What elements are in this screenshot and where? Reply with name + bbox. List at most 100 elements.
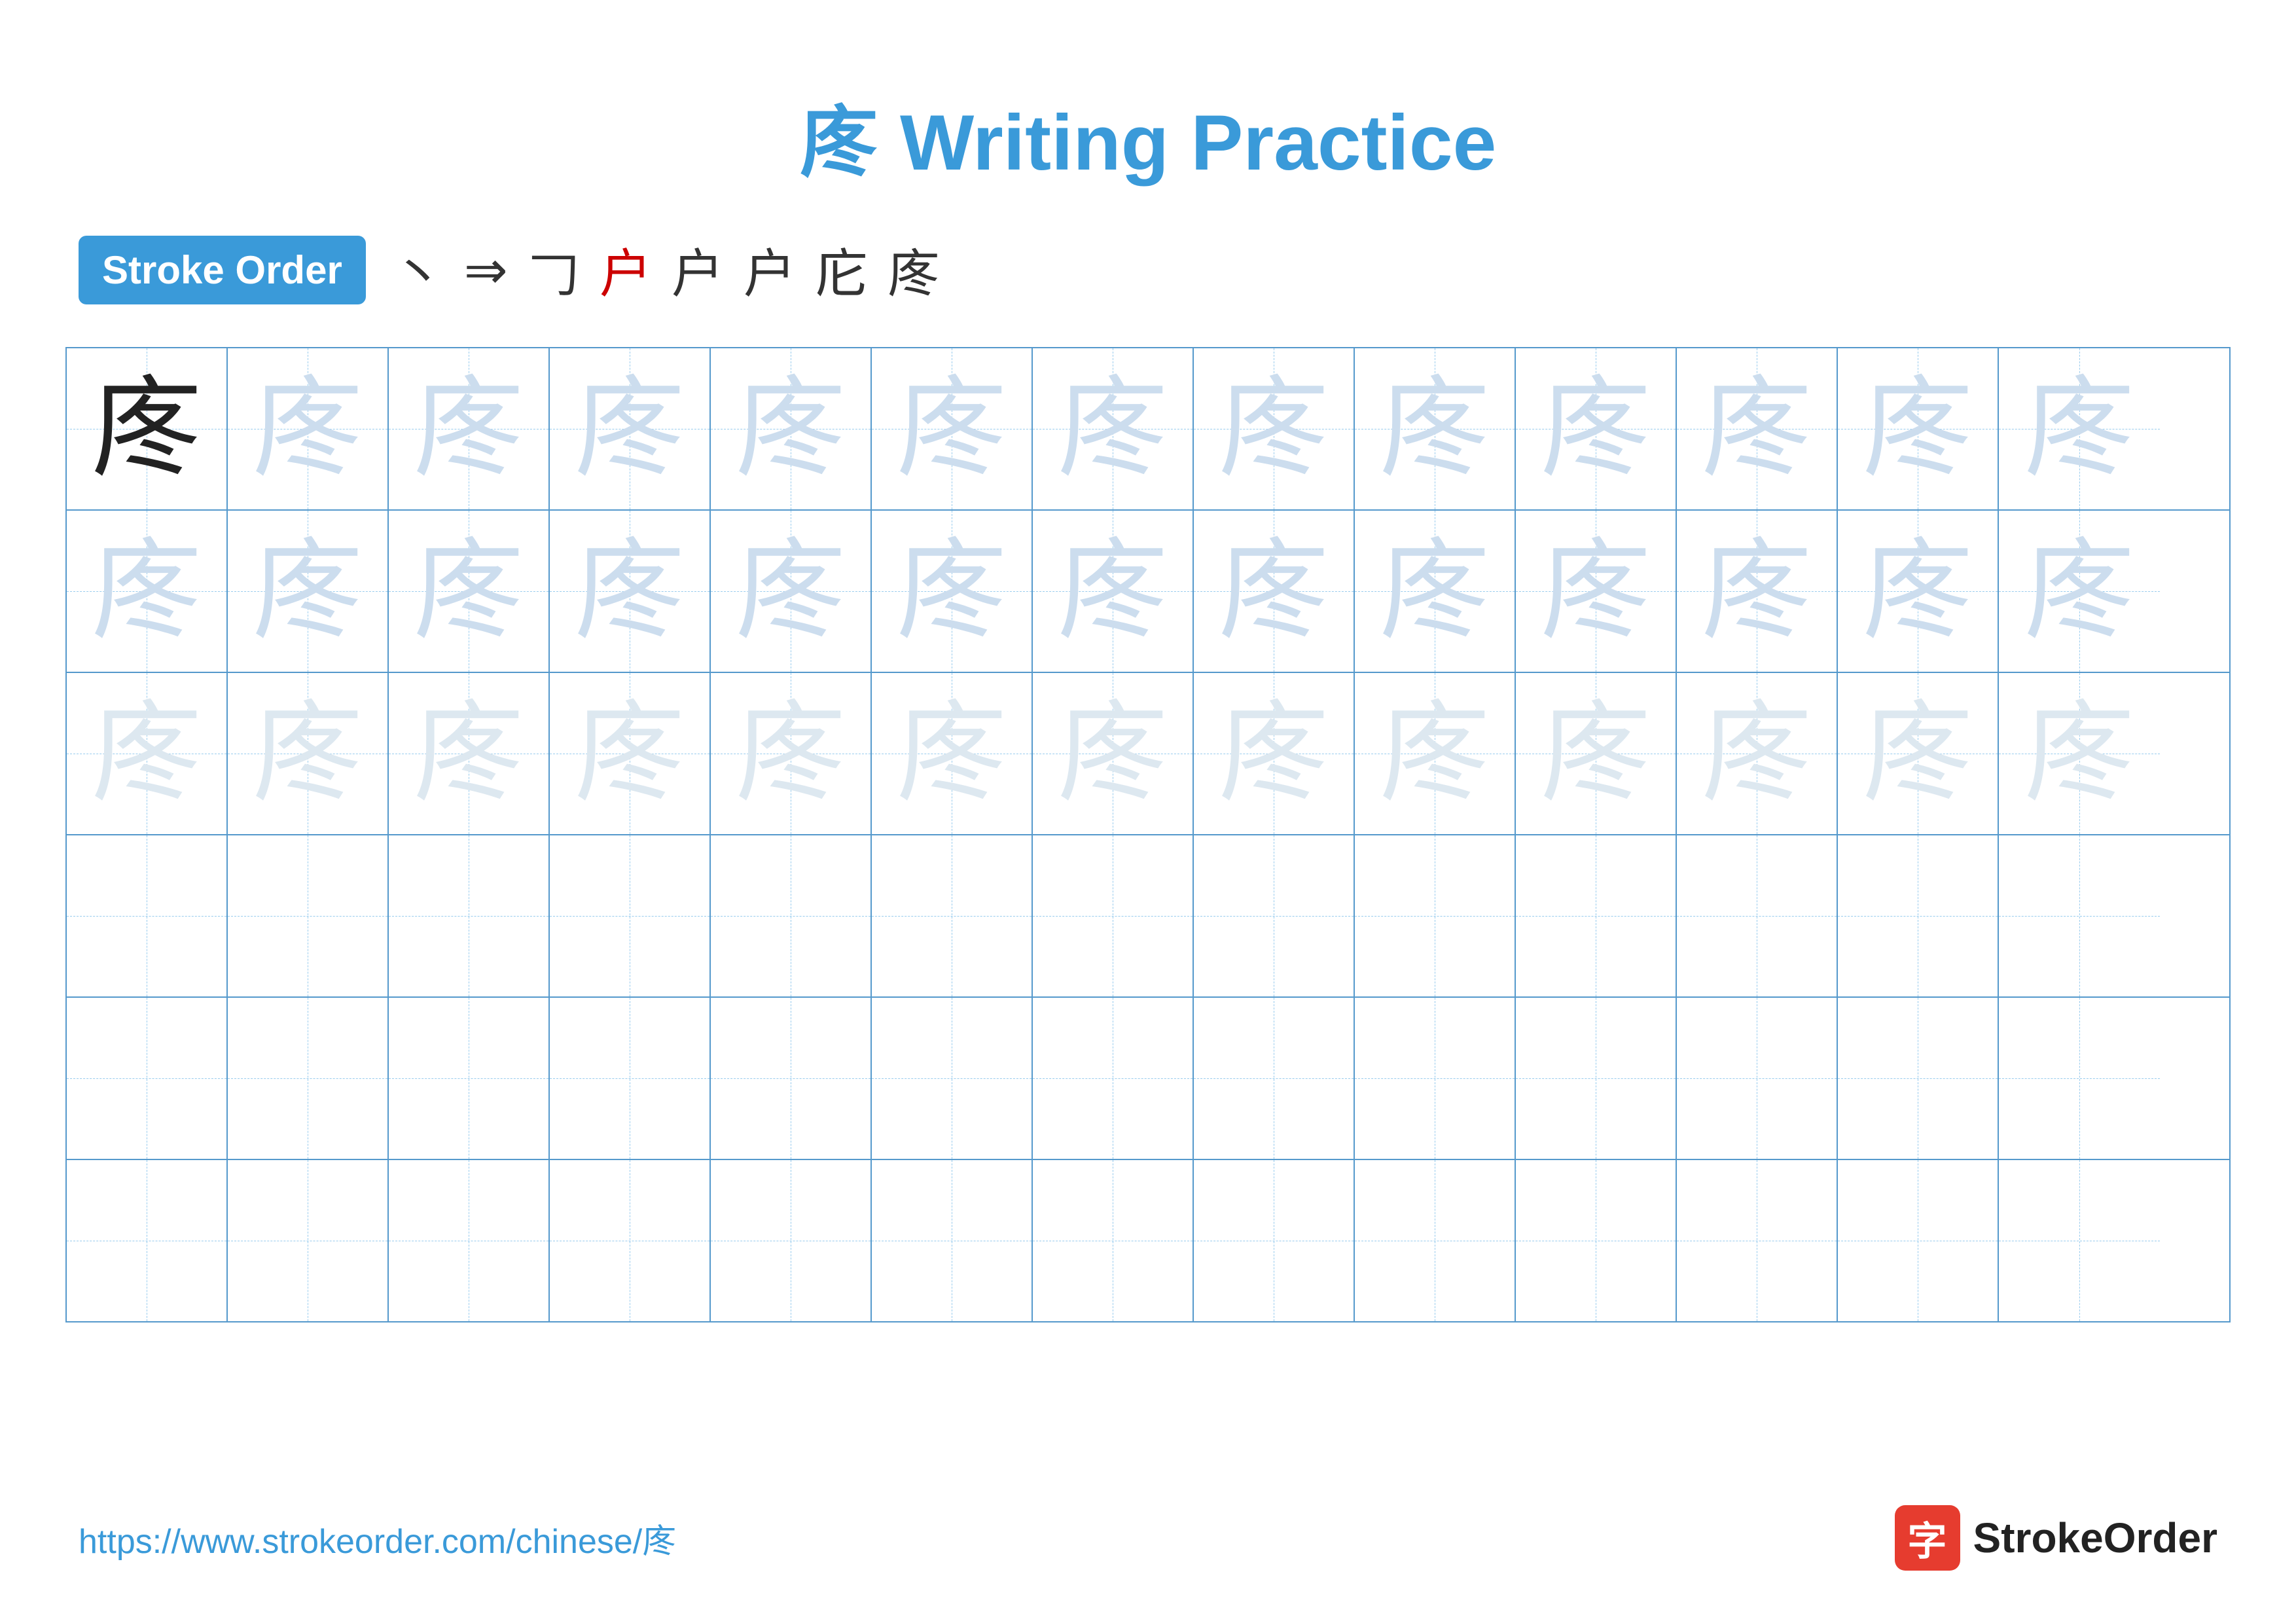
grid-cell[interactable] [711, 998, 872, 1159]
grid-cell[interactable]: 庝 [228, 348, 389, 509]
grid-cell[interactable]: 庝 [872, 511, 1033, 672]
stroke-order-badge: Stroke Order [79, 236, 366, 304]
grid-cell[interactable]: 庝 [1999, 673, 2160, 834]
grid-cell[interactable] [1516, 835, 1677, 996]
grid-cell[interactable]: 庝 [1677, 348, 1838, 509]
grid-cell[interactable]: 庝 [1033, 673, 1194, 834]
grid-cell[interactable]: 庝 [67, 673, 228, 834]
grid-cell[interactable]: 庝 [711, 673, 872, 834]
grid-cell[interactable] [1677, 998, 1838, 1159]
grid-cell[interactable] [872, 835, 1033, 996]
grid-cell[interactable] [1838, 998, 1999, 1159]
grid-row-6 [67, 1160, 2229, 1321]
grid-cell[interactable]: 庝 [1516, 348, 1677, 509]
grid-cell[interactable] [1033, 1160, 1194, 1321]
grid-cell[interactable] [1677, 835, 1838, 996]
grid-cell[interactable] [1999, 1160, 2160, 1321]
grid-row-1: 庝 庝 庝 庝 庝 庝 庝 庝 庝 庝 庝 庝 庝 [67, 348, 2229, 511]
grid-row-5 [67, 998, 2229, 1160]
grid-cell[interactable]: 庝 [711, 511, 872, 672]
grid-cell[interactable] [67, 1160, 228, 1321]
grid-cell[interactable]: 庝 [1355, 673, 1516, 834]
grid-cell[interactable]: 庝 [228, 511, 389, 672]
grid-cell[interactable]: 庝 [1838, 348, 1999, 509]
grid-cell[interactable]: 庝 [67, 348, 228, 509]
page-title: 庝 Writing Practice [0, 0, 2296, 232]
grid-cell[interactable] [550, 835, 711, 996]
grid-cell[interactable]: 庝 [67, 511, 228, 672]
grid-cell[interactable]: 庝 [1033, 511, 1194, 672]
grid-cell[interactable]: 庝 [872, 673, 1033, 834]
grid-cell[interactable]: 庝 [1838, 673, 1999, 834]
grid-cell[interactable] [711, 1160, 872, 1321]
stroke-1: 丶 [392, 232, 444, 308]
grid-cell[interactable] [1999, 835, 2160, 996]
grid-cell[interactable] [550, 998, 711, 1159]
grid-cell[interactable]: 庝 [1194, 511, 1355, 672]
grid-cell[interactable]: 庝 [228, 673, 389, 834]
grid-cell[interactable] [1194, 1160, 1355, 1321]
footer-logo: 字 StrokeOrder [1895, 1505, 2217, 1571]
grid-cell[interactable] [872, 1160, 1033, 1321]
grid-row-2: 庝 庝 庝 庝 庝 庝 庝 庝 庝 庝 庝 庝 庝 [67, 511, 2229, 673]
grid-cell[interactable]: 庝 [389, 673, 550, 834]
grid-cell[interactable]: 庝 [1999, 511, 2160, 672]
grid-cell[interactable]: 庝 [550, 348, 711, 509]
grid-cell[interactable] [1355, 835, 1516, 996]
grid-cell[interactable] [550, 1160, 711, 1321]
grid-cell[interactable]: 庝 [389, 511, 550, 672]
grid-cell[interactable]: 庝 [1033, 348, 1194, 509]
grid-cell[interactable] [1355, 1160, 1516, 1321]
grid-cell[interactable] [1194, 835, 1355, 996]
stroke-8: 庝 [888, 232, 940, 308]
grid-cell[interactable]: 庝 [1999, 348, 2160, 509]
grid-cell[interactable]: 庝 [1677, 673, 1838, 834]
grid-cell[interactable]: 庝 [1194, 673, 1355, 834]
grid-cell[interactable] [1838, 1160, 1999, 1321]
practice-grid: 庝 庝 庝 庝 庝 庝 庝 庝 庝 庝 庝 庝 庝 庝 庝 庝 庝 庝 庝 庝 … [65, 347, 2231, 1322]
grid-cell[interactable] [1999, 998, 2160, 1159]
grid-cell[interactable]: 庝 [1355, 511, 1516, 672]
grid-cell[interactable] [67, 835, 228, 996]
grid-cell[interactable]: 庝 [1194, 348, 1355, 509]
stroke-order-section: Stroke Order 丶 ⇒ 𠃌 户 户 户 庀 庝 [0, 232, 2296, 308]
grid-cell[interactable] [1838, 835, 1999, 996]
stroke-6: 户 [744, 232, 796, 308]
stroke-2: ⇒ [464, 240, 508, 301]
stroke-sequence: 丶 ⇒ 𠃌 户 户 户 庀 庝 [392, 232, 940, 308]
grid-cell[interactable] [1194, 998, 1355, 1159]
grid-cell[interactable]: 庝 [1516, 673, 1677, 834]
grid-cell[interactable] [1677, 1160, 1838, 1321]
grid-cell[interactable] [1355, 998, 1516, 1159]
grid-cell[interactable] [389, 998, 550, 1159]
footer-url[interactable]: https://www.strokeorder.com/chinese/庝 [79, 1514, 676, 1563]
grid-cell[interactable]: 庝 [711, 348, 872, 509]
grid-cell[interactable] [67, 998, 228, 1159]
grid-cell[interactable] [228, 1160, 389, 1321]
grid-cell[interactable]: 庝 [1516, 511, 1677, 672]
grid-cell[interactable]: 庝 [1355, 348, 1516, 509]
grid-cell[interactable] [389, 835, 550, 996]
stroke-5: 户 [672, 232, 724, 308]
grid-cell[interactable]: 庝 [550, 511, 711, 672]
logo-icon: 字 [1895, 1505, 1960, 1571]
grid-row-3: 庝 庝 庝 庝 庝 庝 庝 庝 庝 庝 庝 庝 庝 [67, 673, 2229, 835]
grid-cell[interactable]: 庝 [1838, 511, 1999, 672]
grid-cell[interactable]: 庝 [1677, 511, 1838, 672]
grid-cell[interactable]: 庝 [389, 348, 550, 509]
grid-cell[interactable] [872, 998, 1033, 1159]
grid-cell[interactable] [228, 998, 389, 1159]
grid-cell[interactable] [389, 1160, 550, 1321]
stroke-7: 庀 [816, 232, 868, 308]
grid-cell[interactable] [1033, 998, 1194, 1159]
stroke-4: 户 [600, 232, 652, 308]
stroke-3: 𠃌 [528, 232, 580, 308]
grid-cell[interactable] [1516, 1160, 1677, 1321]
grid-cell[interactable] [711, 835, 872, 996]
grid-cell[interactable] [1516, 998, 1677, 1159]
grid-cell[interactable]: 庝 [872, 348, 1033, 509]
grid-cell[interactable] [228, 835, 389, 996]
grid-row-4 [67, 835, 2229, 998]
grid-cell[interactable] [1033, 835, 1194, 996]
grid-cell[interactable]: 庝 [550, 673, 711, 834]
